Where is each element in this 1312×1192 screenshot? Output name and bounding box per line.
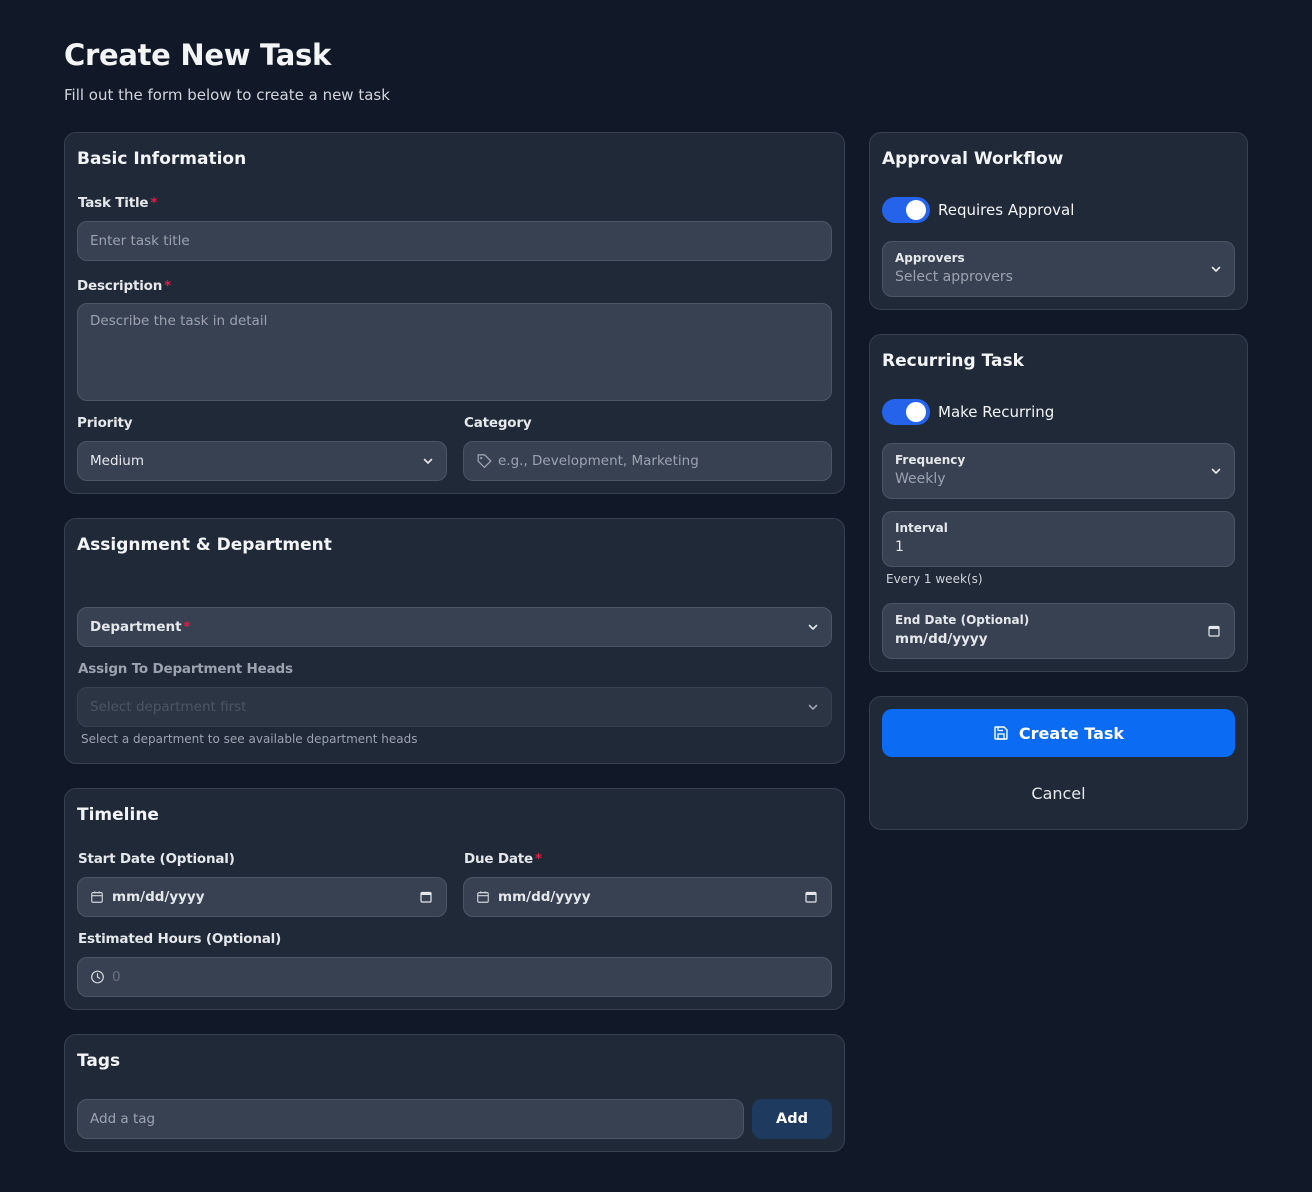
requires-approval-toggle[interactable] [882,197,930,223]
frequency-select[interactable]: Frequency Weekly [882,443,1235,499]
toggle-knob [906,200,926,220]
make-recurring-toggle[interactable] [882,399,930,425]
section-title: Tags [77,1051,121,1071]
requires-approval-label: Requires Approval [938,201,1075,219]
tag-input[interactable]: Add a tag [77,1099,744,1139]
section-title: Assignment & Department [77,535,332,555]
cancel-button[interactable]: Cancel [882,769,1235,817]
description-textarea[interactable]: Describe the task in detail [77,303,832,401]
task-title-input[interactable]: Enter task title [77,221,832,261]
required-mark: * [150,195,158,211]
assign-heads-select[interactable]: Select department first [77,687,832,727]
interval-value: 1 [895,539,904,555]
category-label: Category [464,415,532,431]
basic-information-card: Basic Information Task Title * Enter task… [64,132,845,494]
calendar-icon [477,891,489,903]
category-placeholder: e.g., Development, Marketing [498,453,699,469]
assignment-card: Assignment & Department Department * Assi… [64,518,845,764]
end-date-label: End Date (Optional) [895,613,1030,627]
save-icon [994,726,1008,740]
create-task-button[interactable]: Create Task [882,709,1235,757]
chevron-down-icon [808,704,818,710]
due-date-label: Due Date * [464,851,542,867]
chevron-down-icon [808,624,818,630]
calendar-picker-icon[interactable] [1208,625,1220,637]
page-subtitle: Fill out the form below to create a new … [64,86,390,104]
page-title: Create New Task [64,38,331,72]
section-title: Basic Information [77,149,247,169]
end-date-value: mm/dd/yyyy [895,631,988,647]
assign-heads-hint: Select a department to see available dep… [81,732,418,746]
add-tag-button[interactable]: Add [752,1099,832,1139]
frequency-label: Frequency [895,453,966,467]
priority-label: Priority [77,415,133,431]
frequency-value: Weekly [895,471,946,487]
create-task-label: Create Task [1018,723,1125,743]
start-date-label: Start Date (Optional) [78,851,235,867]
assign-heads-placeholder: Select department first [90,699,247,715]
start-date-value: mm/dd/yyyy [112,889,205,905]
approval-workflow-card: Approval Workflow Requires Approval Appr… [869,132,1248,310]
start-date-input[interactable]: mm/dd/yyyy [77,877,447,917]
approvers-placeholder: Select approvers [895,269,1013,285]
department-label: Department * [90,619,191,635]
tag-input-placeholder: Add a tag [90,1111,156,1127]
description-placeholder: Describe the task in detail [90,313,268,329]
section-title: Timeline [77,805,159,825]
tags-card: Tags Add a tag Add [64,1034,845,1152]
priority-select[interactable]: Medium [77,441,447,481]
toggle-knob [906,402,926,422]
estimated-hours-input[interactable]: 0 [77,957,832,997]
interval-input[interactable]: Interval 1 [882,511,1235,567]
chevron-down-icon [1211,468,1221,474]
approvers-label: Approvers [895,251,965,265]
interval-label: Interval [895,521,948,535]
category-input[interactable]: e.g., Development, Marketing [463,441,832,481]
recurring-task-card: Recurring Task Make Recurring Frequency … [869,334,1248,672]
due-date-value: mm/dd/yyyy [498,889,591,905]
required-mark: * [183,619,191,635]
task-title-placeholder: Enter task title [90,233,190,249]
due-date-input[interactable]: mm/dd/yyyy [463,877,832,917]
section-title: Recurring Task [882,351,1024,371]
section-title: Approval Workflow [882,149,1064,169]
assign-heads-label: Assign To Department Heads [78,661,293,677]
task-title-label: Task Title * [78,195,158,211]
interval-hint: Every 1 week(s) [886,572,983,586]
estimated-hours-placeholder: 0 [112,969,121,985]
description-label: Description * [77,278,171,294]
make-recurring-label: Make Recurring [938,403,1055,421]
timeline-card: Timeline Start Date (Optional) mm/dd/yyy… [64,788,845,1010]
calendar-picker-icon[interactable] [805,891,817,903]
tag-icon [477,454,492,469]
chevron-down-icon [423,458,433,464]
calendar-icon [91,891,103,903]
estimated-hours-label: Estimated Hours (Optional) [78,931,282,947]
chevron-down-icon [1211,266,1221,272]
actions-card: Create Task Cancel [869,696,1248,830]
clock-icon [91,970,104,984]
required-mark: * [535,851,542,867]
approvers-select[interactable]: Approvers Select approvers [882,241,1235,297]
calendar-picker-icon[interactable] [420,891,432,903]
end-date-input[interactable]: End Date (Optional) mm/dd/yyyy [882,603,1235,659]
department-select[interactable]: Department * [77,607,832,647]
required-mark: * [164,278,171,294]
priority-value: Medium [90,453,144,469]
